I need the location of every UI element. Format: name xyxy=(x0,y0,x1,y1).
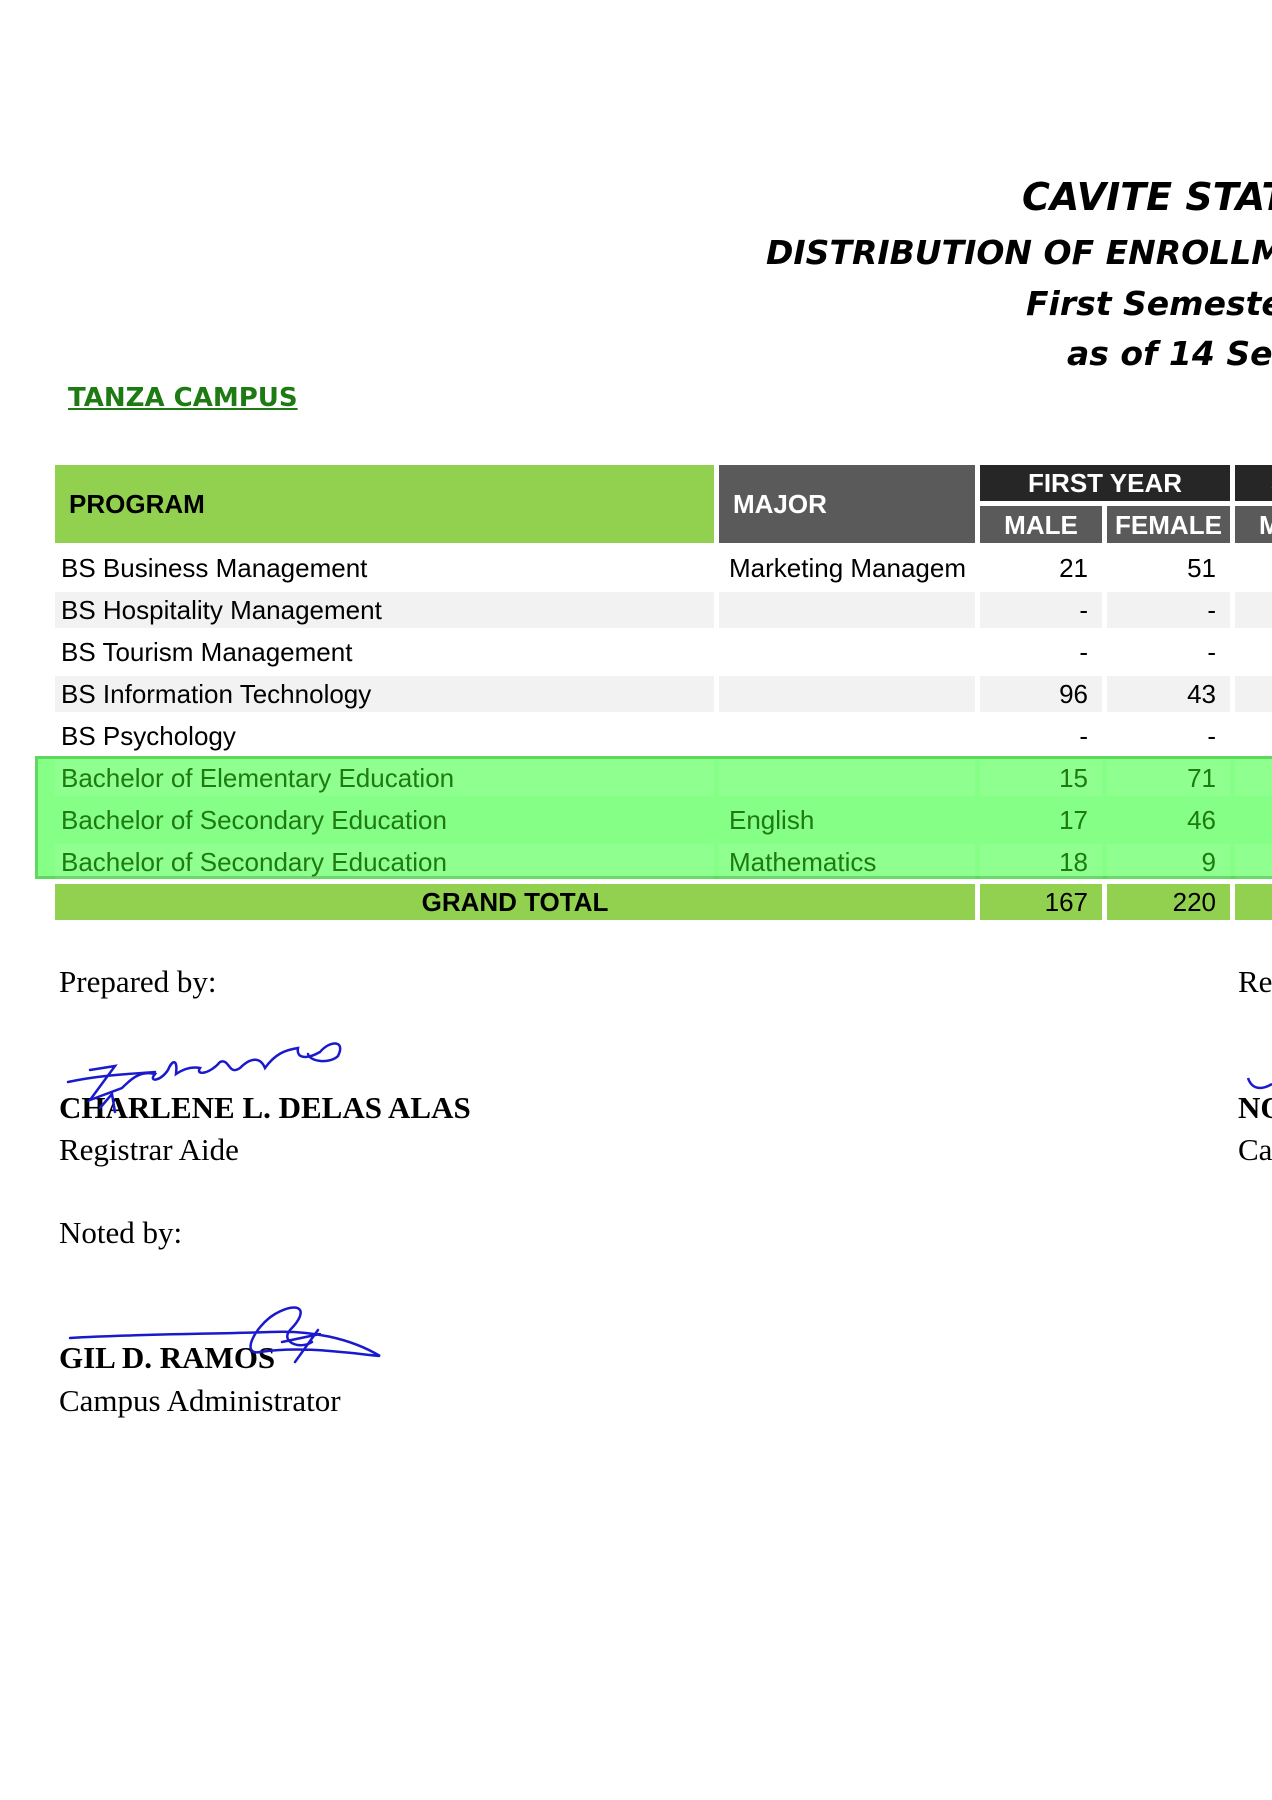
cell-major: English xyxy=(729,805,815,835)
grand-total-second-year xyxy=(1235,884,1272,920)
cell-program: Bachelor of Secondary Education xyxy=(55,844,714,880)
cell-male: 15 xyxy=(980,760,1102,796)
cell-male: - xyxy=(1079,721,1088,751)
grand-total-male: 167 xyxy=(980,884,1102,920)
cell-female: 46 xyxy=(1187,805,1216,835)
cell-female: - xyxy=(1207,721,1216,751)
noted-by-label: Noted by: xyxy=(59,1215,183,1250)
cell-second-year xyxy=(1235,592,1272,628)
cell-female: 51 xyxy=(1187,553,1216,583)
male-header: MALE xyxy=(980,506,1102,543)
second-year-header: S xyxy=(1235,465,1272,501)
campus-name: TANZA CAMPUS xyxy=(68,383,298,413)
reviewed-by-label: Re xyxy=(1238,964,1272,999)
cell-second-year xyxy=(1235,718,1272,754)
cell-program: BS Hospitality Management xyxy=(55,592,714,628)
cell-male: 17 xyxy=(1059,805,1088,835)
cell-female: 43 xyxy=(1107,676,1230,712)
semester-line: First Semester, xyxy=(1026,284,1272,323)
prepared-by-title: Registrar Aide xyxy=(59,1132,239,1167)
cell-female: - xyxy=(1207,637,1216,667)
cell-program: BS Business Management xyxy=(61,553,368,583)
grand-total-female: 220 xyxy=(1107,884,1230,920)
cell-male: - xyxy=(980,592,1102,628)
prepared-by-signature xyxy=(66,1042,342,1114)
reviewed-by-title: Ca xyxy=(1238,1132,1272,1167)
cell-major xyxy=(719,592,975,628)
cell-male: 96 xyxy=(980,676,1102,712)
cell-second-year xyxy=(1235,760,1272,796)
cell-program: BS Information Technology xyxy=(55,676,714,712)
reviewed-by-signature-partial xyxy=(1246,1077,1272,1090)
program-header: PROGRAM xyxy=(55,465,714,543)
cell-program: Bachelor of Elementary Education xyxy=(55,760,714,796)
cell-major xyxy=(719,760,975,796)
cell-second-year xyxy=(1235,802,1272,838)
first-year-header: FIRST YEAR xyxy=(980,465,1230,501)
cell-major xyxy=(719,634,975,670)
cell-female: 9 xyxy=(1107,844,1230,880)
cell-second-year xyxy=(1235,634,1272,670)
cell-female: 71 xyxy=(1107,760,1230,796)
cell-program: BS Psychology xyxy=(61,721,236,751)
cell-male: 18 xyxy=(980,844,1102,880)
second-year-male-header: M xyxy=(1235,506,1272,543)
cell-male: 21 xyxy=(1059,553,1088,583)
grand-total-label: GRAND TOTAL xyxy=(55,884,975,920)
university-title: CAVITE STATE xyxy=(1022,175,1272,219)
cell-major: Marketing Managem xyxy=(729,553,966,583)
prepared-by-label: Prepared by: xyxy=(59,964,217,999)
cell-major xyxy=(719,676,975,712)
cell-second-year xyxy=(1235,550,1272,586)
cell-program: BS Tourism Management xyxy=(61,637,353,667)
cell-male: - xyxy=(1079,637,1088,667)
major-header: MAJOR xyxy=(719,465,975,543)
noted-by-signature xyxy=(68,1306,381,1364)
cell-female: - xyxy=(1107,592,1230,628)
cell-program: Bachelor of Secondary Education xyxy=(61,805,447,835)
cell-major: Mathematics xyxy=(719,844,975,880)
as-of-date: as of 14 Sept xyxy=(1067,334,1272,373)
report-title: DISTRIBUTION OF ENROLLMEN xyxy=(766,233,1272,272)
cell-second-year xyxy=(1235,844,1272,880)
female-header: FEMALE xyxy=(1107,506,1230,543)
cell-second-year xyxy=(1235,676,1272,712)
cell-major xyxy=(719,718,975,754)
